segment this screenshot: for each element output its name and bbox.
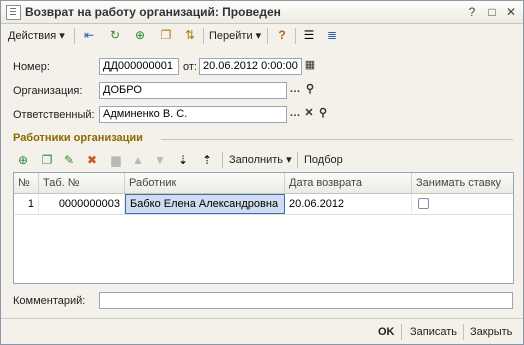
table-row[interactable]: 1 0000000003 Бабко Елена Александровна 2… bbox=[14, 194, 513, 215]
actions-label: Действия bbox=[8, 30, 57, 42]
title-bar: Возврат на работу организаций: Проведен … bbox=[1, 1, 523, 24]
section-divider bbox=[161, 139, 513, 140]
goto-label: Перейти bbox=[209, 30, 253, 42]
write-button[interactable]: Записать bbox=[410, 323, 457, 341]
cell-employee[interactable]: Бабко Елена Александровна bbox=[125, 194, 285, 214]
add-row-icon[interactable]: ⊕ bbox=[15, 152, 31, 168]
bottom-separator bbox=[463, 324, 464, 340]
bottom-separator bbox=[401, 324, 402, 340]
responsible-field[interactable]: Админенко В. С. bbox=[99, 106, 287, 123]
edit-row-icon[interactable]: ✎ bbox=[61, 152, 77, 168]
clear-icon[interactable]: ✕ bbox=[302, 106, 316, 123]
calendar-icon[interactable]: ▦ bbox=[303, 58, 317, 75]
bottom-bar: OK Записать Закрыть bbox=[1, 318, 523, 345]
toolbar-separator bbox=[222, 152, 223, 168]
cell-take-rate bbox=[412, 194, 513, 214]
move-down-icon[interactable]: ▼ bbox=[152, 152, 168, 168]
header-take-rate[interactable]: Занимать ставку bbox=[412, 173, 513, 193]
delete-row-icon[interactable]: ✖ bbox=[84, 152, 100, 168]
close-button[interactable]: Закрыть bbox=[470, 323, 512, 341]
cell-return-date[interactable]: 20.06.2012 bbox=[285, 194, 412, 214]
sort-ascending-icon[interactable]: ⇣ bbox=[175, 152, 191, 168]
move-up-icon[interactable]: ▲ bbox=[130, 152, 146, 168]
refresh-icon[interactable]: ↻ bbox=[107, 27, 123, 43]
header-return-date[interactable]: Дата возврата bbox=[285, 173, 412, 193]
post-and-close-icon[interactable]: ⇤ bbox=[81, 27, 97, 43]
responsible-label: Ответственный: bbox=[13, 109, 95, 121]
settings-list-icon[interactable]: ≣ bbox=[324, 27, 340, 43]
open-responsible-icon[interactable]: ⚲ bbox=[316, 106, 330, 123]
fill-menu-button[interactable]: Заполнить ▾ bbox=[229, 151, 292, 169]
ok-button[interactable]: OK bbox=[378, 323, 395, 341]
document-structure-icon[interactable]: ⇅ bbox=[182, 27, 198, 43]
header-number[interactable]: № bbox=[14, 173, 39, 193]
comment-field[interactable] bbox=[99, 292, 513, 309]
window-title: Возврат на работу организаций: Проведен bbox=[25, 5, 281, 19]
organization-label: Организация: bbox=[13, 85, 83, 97]
header-employee[interactable]: Работник bbox=[125, 173, 285, 193]
select-button[interactable]: Подбор bbox=[304, 151, 343, 169]
select-responsible-button[interactable]: … bbox=[288, 106, 302, 123]
main-toolbar: Действия ▾ ⇤ ↻ ⊕ ❐ ⇅ Перейти ▾ ? ☰ ≣ bbox=[1, 24, 523, 48]
actions-menu-button[interactable]: Действия ▾ bbox=[8, 27, 65, 45]
copy-row-icon[interactable]: ❐ bbox=[39, 152, 55, 168]
toolbar-separator bbox=[203, 28, 204, 44]
help-icon[interactable]: ? bbox=[464, 4, 480, 20]
date-field[interactable]: 20.06.2012 0:00:00 bbox=[199, 58, 302, 75]
date-label: от: bbox=[183, 61, 197, 73]
goto-menu-button[interactable]: Перейти ▾ bbox=[209, 27, 261, 45]
document-icon bbox=[6, 5, 21, 20]
cell-tab-number[interactable]: 0000000003 bbox=[39, 194, 125, 214]
take-rate-checkbox[interactable] bbox=[418, 198, 429, 209]
organization-field[interactable]: ДОБРО bbox=[99, 82, 287, 99]
end-edit-icon[interactable]: ▆ bbox=[108, 152, 124, 168]
table-header: № Таб. № Работник Дата возврата Занимать… bbox=[14, 173, 513, 194]
fill-label: Заполнить bbox=[229, 154, 284, 166]
toolbar-separator bbox=[295, 28, 296, 44]
toolbar-separator bbox=[267, 28, 268, 44]
number-label: Номер: bbox=[13, 61, 50, 73]
comment-label: Комментарий: bbox=[13, 295, 86, 307]
help-icon[interactable]: ? bbox=[274, 27, 290, 43]
toolbar-separator bbox=[74, 28, 75, 44]
toolbar-separator bbox=[297, 152, 298, 168]
header-tab-number[interactable]: Таб. № bbox=[39, 173, 125, 193]
maximize-icon[interactable]: □ bbox=[484, 4, 500, 20]
table-toolbar: ⊕ ❐ ✎ ✖ ▆ ▲ ▼ ⇣ ⇡ Заполнить ▾ Подбор bbox=[11, 150, 515, 170]
number-field[interactable]: ДД000000001 bbox=[99, 58, 179, 75]
copy-icon[interactable]: ❐ bbox=[158, 27, 174, 43]
list-icon[interactable]: ☰ bbox=[301, 27, 317, 43]
employees-table: № Таб. № Работник Дата возврата Занимать… bbox=[13, 172, 514, 284]
post-icon[interactable]: ⊕ bbox=[132, 27, 148, 43]
select-organization-button[interactable]: … bbox=[288, 82, 302, 99]
cell-number: 1 bbox=[14, 194, 39, 214]
close-icon[interactable]: ✕ bbox=[503, 4, 519, 20]
sort-descending-icon[interactable]: ⇡ bbox=[199, 152, 215, 168]
open-organization-icon[interactable]: ⚲ bbox=[303, 82, 317, 99]
document-window: Возврат на работу организаций: Проведен … bbox=[0, 0, 524, 345]
section-title: Работники организации bbox=[13, 132, 143, 144]
